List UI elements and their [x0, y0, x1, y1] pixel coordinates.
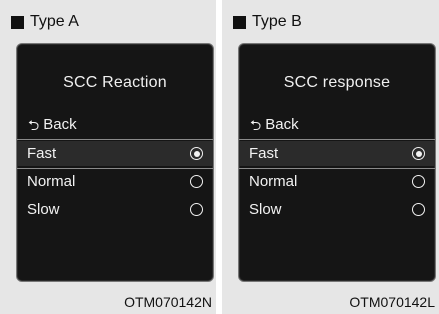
- type-label-text: Type B: [252, 13, 302, 30]
- screen-title: SCC Reaction: [63, 74, 167, 91]
- radio-unselected-icon: [412, 203, 425, 216]
- divider: [239, 139, 435, 140]
- option-slow[interactable]: Slow: [239, 197, 435, 222]
- back-label: Back: [43, 116, 77, 133]
- type-label: Type A: [11, 13, 79, 31]
- radio-selected-icon: [190, 147, 203, 160]
- return-arrow-icon: ⮌: [28, 116, 40, 133]
- radio-unselected-icon: [190, 203, 203, 216]
- back-button[interactable]: ⮌ Back: [250, 116, 299, 133]
- back-button[interactable]: ⮌ Back: [28, 116, 77, 133]
- return-arrow-icon: ⮌: [250, 116, 262, 133]
- divider: [17, 139, 213, 140]
- square-icon: [11, 15, 24, 29]
- figure-code: OTM070142L: [349, 294, 435, 310]
- panel-type-b: Type B SCC response ⮌ Back Fast Normal S…: [222, 0, 439, 314]
- display-screen: SCC Reaction ⮌ Back Fast Normal Slow: [16, 43, 214, 282]
- option-label: Fast: [249, 145, 279, 162]
- radio-unselected-icon: [412, 175, 425, 188]
- option-normal[interactable]: Normal: [239, 169, 435, 194]
- option-label: Slow: [249, 201, 282, 218]
- option-fast[interactable]: Fast: [17, 141, 213, 166]
- back-label: Back: [265, 116, 299, 133]
- type-label: Type B: [233, 13, 302, 31]
- figure: Type A SCC Reaction ⮌ Back Fast Normal S…: [0, 0, 439, 314]
- radio-unselected-icon: [190, 175, 203, 188]
- option-fast[interactable]: Fast: [239, 141, 435, 166]
- option-label: Normal: [249, 173, 298, 190]
- type-label-text: Type A: [30, 13, 79, 30]
- option-slow[interactable]: Slow: [17, 197, 213, 222]
- panel-type-a: Type A SCC Reaction ⮌ Back Fast Normal S…: [0, 0, 216, 314]
- option-label: Slow: [27, 201, 60, 218]
- option-label: Normal: [27, 173, 76, 190]
- screen-title: SCC response: [283, 74, 391, 91]
- display-screen: SCC response ⮌ Back Fast Normal Slow: [238, 43, 436, 282]
- figure-code: OTM070142N: [124, 294, 212, 310]
- option-normal[interactable]: Normal: [17, 169, 213, 194]
- option-label: Fast: [27, 145, 57, 162]
- square-icon: [233, 15, 246, 29]
- radio-selected-icon: [412, 147, 425, 160]
